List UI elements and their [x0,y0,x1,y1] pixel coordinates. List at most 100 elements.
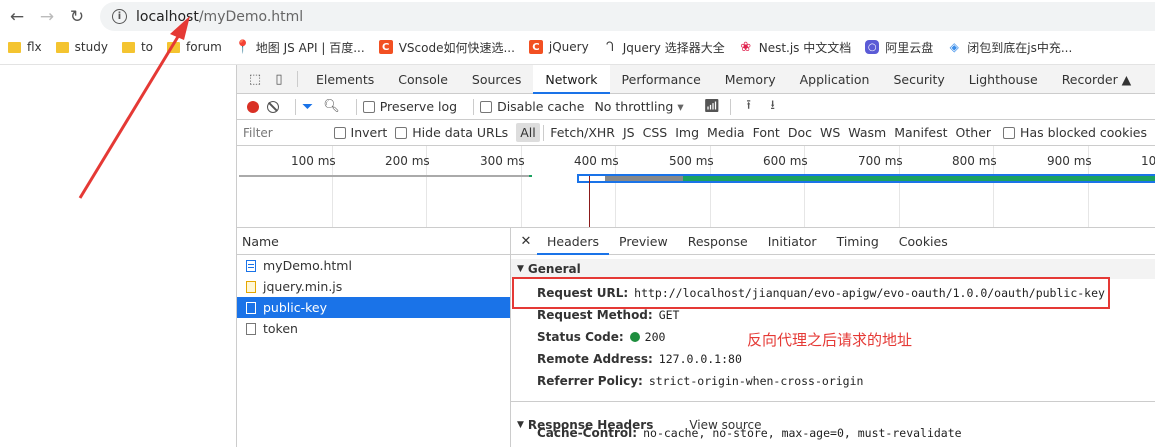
filter-type-doc[interactable]: Doc [784,123,816,142]
request-row-mydemo[interactable]: myDemo.html [237,255,510,276]
request-row-jquery[interactable]: jquery.min.js [237,276,510,297]
preserve-log-label: Preserve log [379,99,458,114]
tab-headers[interactable]: Headers [537,228,610,255]
annotation-text: 反向代理之后请求的地址 [747,331,913,349]
tab-network[interactable]: Network [533,64,610,94]
invert-checkbox[interactable] [333,126,346,139]
clear-icon[interactable] [267,100,279,113]
header-key: Request Method: [537,308,653,322]
bookmark-study[interactable]: study [55,40,108,54]
filter-type-all[interactable]: All [516,123,540,142]
general-section-header[interactable]: ▼ General [511,259,1155,279]
filter-icon[interactable]: ⏷ [302,99,313,115]
bookmark-jquery-selectors[interactable]: ᘃ Jquery 选择器大全 [603,39,725,56]
close-icon[interactable]: ✕ [515,234,537,249]
tab-cookies[interactable]: Cookies [889,228,958,255]
bookmark-label: flx [27,40,42,54]
throttling-select[interactable]: No throttling [594,99,683,114]
export-har-icon[interactable]: ⭳ [761,96,785,118]
address-bar[interactable]: i localhost/myDemo.html [100,2,1155,31]
bookmark-closure[interactable]: ◈ 闭包到底在js中充... [947,39,1073,56]
filter-type-wasm[interactable]: Wasm [844,123,890,142]
bookmark-vscode[interactable]: C VScode如何快速选... [378,39,515,56]
filter-type-js[interactable]: JS [619,123,639,142]
request-details: ✕ Headers Preview Response Initiator Tim… [511,228,1155,447]
bookmark-aliyun[interactable]: ○ 阿里云盘 [865,39,933,56]
reload-button[interactable]: ↻ [64,4,90,30]
header-value: 127.0.0.1:80 [658,352,742,366]
folder-icon [167,41,180,53]
filter-type-other[interactable]: Other [952,123,996,142]
bookmark-flx[interactable]: flx [8,40,42,54]
tab-memory[interactable]: Memory [713,65,788,94]
hide-data-urls-checkbox[interactable] [395,126,408,139]
bookmark-to[interactable]: to [121,40,153,54]
back-button[interactable]: ← [4,4,30,30]
network-overview-timeline[interactable]: 100 ms 200 ms 300 ms 400 ms 500 ms 600 m… [237,146,1155,228]
search-icon[interactable]: 🔍︎ [323,99,340,114]
timeline-load-marker [589,176,590,227]
header-key: Cache-Control: [537,426,638,440]
bookmark-label: jQuery [548,40,589,54]
bookmark-jquery[interactable]: CjQuery [528,40,589,54]
tab-sources[interactable]: Sources [460,65,533,94]
tab-console[interactable]: Console [386,65,460,94]
bookmark-label: forum [186,40,222,54]
request-name: public-key [263,300,328,315]
tab-response[interactable]: Response [678,228,758,255]
tab-preview[interactable]: Preview [609,228,678,255]
filter-type-css[interactable]: CSS [639,123,672,142]
tab-elements[interactable]: Elements [304,65,386,94]
network-conditions-icon[interactable]: 📶︎ [700,96,724,118]
has-blocked-cookies-option[interactable]: Has blocked cookies [1003,125,1147,140]
import-har-icon[interactable]: ⭱ [737,96,761,118]
bookmark-forum[interactable]: forum [167,40,222,54]
hide-data-urls-option[interactable]: Hide data URLs [395,125,508,140]
tab-application[interactable]: Application [788,65,882,94]
tab-security[interactable]: Security [881,65,956,94]
record-icon[interactable] [247,100,259,113]
disable-cache-checkbox[interactable] [480,100,493,113]
has-blocked-cookies-checkbox[interactable] [1003,126,1016,139]
bookmark-nestjs[interactable]: ❀ Nest.js 中文文档 [739,39,851,56]
tab-performance[interactable]: Performance [610,65,713,94]
invert-label: Invert [350,125,388,140]
tab-recorder[interactable]: Recorder ▲ [1050,65,1144,94]
inspect-element-icon[interactable]: ⬚ [243,68,267,90]
tab-initiator[interactable]: Initiator [758,228,827,255]
filter-type-manifest[interactable]: Manifest [890,123,951,142]
detail-tabbar: ✕ Headers Preview Response Initiator Tim… [511,228,1155,255]
request-row-public-key[interactable]: public-key [237,297,510,318]
request-name: token [263,321,298,336]
nest-icon: ❀ [740,39,752,55]
info-icon[interactable]: i [112,9,127,24]
divider [542,124,544,141]
preserve-log-checkbox[interactable] [362,100,375,113]
annotation-highlight-box [512,277,1110,309]
tab-timing[interactable]: Timing [827,228,889,255]
divider [297,71,298,87]
filter-type-media[interactable]: Media [703,123,749,142]
aliyun-icon: ○ [865,40,880,54]
request-row-token[interactable]: token [237,318,510,339]
vue-icon: ◈ [949,40,959,54]
filter-type-ws[interactable]: WS [816,123,844,142]
bookmark-baidu-map[interactable]: 📍 地图 JS API | 百度... [235,39,365,56]
request-list: Name myDemo.html jquery.min.js public-ke… [237,228,511,447]
folder-icon [121,41,135,53]
header-key: Remote Address: [537,352,653,366]
filter-type-fetch-xhr[interactable]: Fetch/XHR [546,123,619,142]
bookmark-label: 地图 JS API | 百度... [255,40,365,55]
tab-lighthouse[interactable]: Lighthouse [957,65,1050,94]
url-path: /myDemo.html [198,8,304,25]
document-icon [246,259,256,272]
has-blocked-cookies-label: Has blocked cookies [1020,125,1147,140]
device-toolbar-icon[interactable]: ▯ [267,68,291,90]
filter-input[interactable]: Filter [237,122,328,144]
status-ok-icon [629,332,640,342]
column-header-name[interactable]: Name [237,228,510,255]
filter-type-font[interactable]: Font [749,123,784,142]
forward-button[interactable]: → [34,4,60,30]
invert-option[interactable]: Invert [333,125,388,140]
filter-type-img[interactable]: Img [671,123,703,142]
